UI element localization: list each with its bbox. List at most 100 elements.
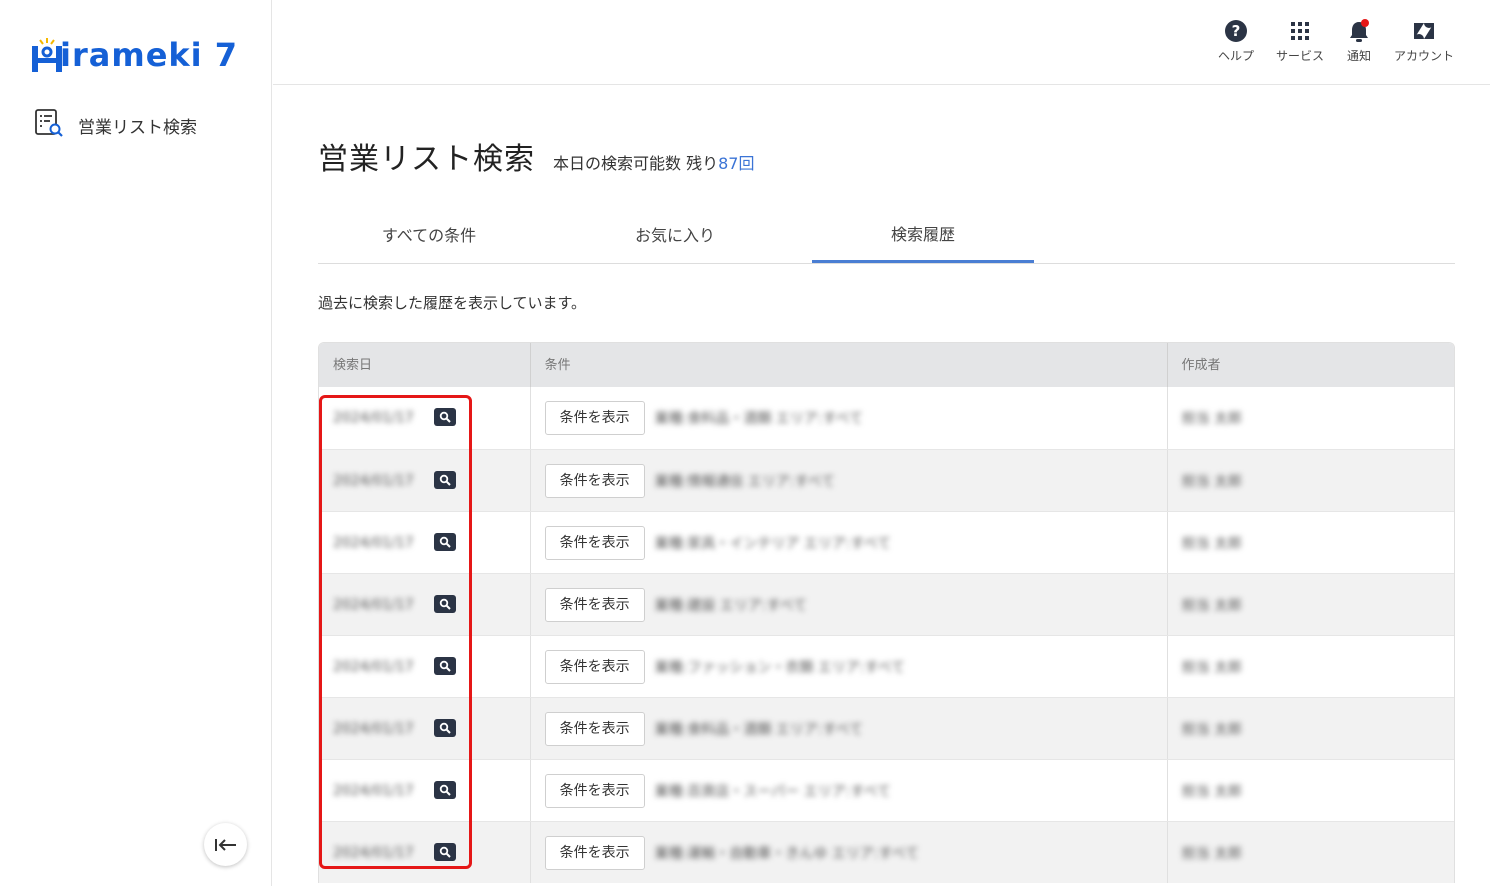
show-conditions-button[interactable]: 条件を表示: [544, 773, 645, 808]
table-row: 2024/01/17 条件を表示 業種:建設 エリア:すべて 担当 太郎: [319, 573, 1454, 635]
date-cell: 2024/01/17: [319, 574, 531, 635]
help-icon: ?: [1223, 18, 1249, 44]
header-menu: ? ヘルプ サービス 通知 アカウント: [1218, 18, 1454, 64]
author-cell: 担当 太郎: [1168, 450, 1455, 511]
tab-search-history[interactable]: 検索履歴: [812, 212, 1034, 263]
header-notifications[interactable]: 通知: [1346, 18, 1372, 64]
table-row: 2024/01/17 条件を表示 業種:食料品・酒類 エリア:すべて 担当 太郎: [319, 697, 1454, 759]
show-conditions-button[interactable]: 条件を表示: [544, 587, 645, 622]
collapse-left-icon: [214, 838, 236, 851]
author-cell: 担当 太郎: [1168, 574, 1455, 635]
header-help[interactable]: ? ヘルプ: [1218, 18, 1254, 64]
date-cell: 2024/01/17: [319, 698, 531, 759]
author-cell: 担当 太郎: [1168, 636, 1455, 697]
date-cell: 2024/01/17: [319, 450, 531, 511]
header-conditions: 条件: [531, 343, 1168, 387]
search-quota-prefix: 本日の検索可能数 残り: [553, 154, 719, 173]
show-conditions-button[interactable]: 条件を表示: [544, 835, 645, 870]
history-table: 検索日 条件 作成者 2024/01/17 条件を表示 業種:食料品・酒類 エリ…: [318, 342, 1455, 883]
show-conditions-button[interactable]: 条件を表示: [544, 525, 645, 560]
date-cell: 2024/01/17: [319, 760, 531, 821]
table-row: 2024/01/17 条件を表示 業種:食料品・酒類 エリア:すべて 担当 太郎: [319, 387, 1454, 449]
condition-cell: 条件を表示 業種:家具・インテリア エリア:すべて: [531, 512, 1168, 573]
search-date: 2024/01/17: [333, 782, 414, 799]
date-cell: 2024/01/17: [319, 822, 531, 883]
grid-icon: [1287, 18, 1313, 44]
table-header: 検索日 条件 作成者: [319, 343, 1454, 387]
search-date: 2024/01/17: [333, 844, 414, 861]
search-icon[interactable]: [434, 595, 456, 613]
condition-summary: 業種:食料品・酒類 エリア:すべて: [654, 721, 863, 738]
logo[interactable]: irameki 7: [32, 32, 238, 72]
author-name: 担当 太郎: [1181, 411, 1242, 427]
author-name: 担当 太郎: [1181, 659, 1242, 676]
condition-cell: 条件を表示 業種:食料品・酒類 エリア:すべて: [531, 698, 1168, 759]
table-row: 2024/01/17 条件を表示 業種:ファッション・衣類 エリア:すべて 担当…: [319, 635, 1454, 697]
search-icon[interactable]: [434, 781, 456, 799]
search-icon[interactable]: [434, 471, 456, 489]
author-name: 担当 太郎: [1181, 535, 1242, 552]
author-cell: 担当 太郎: [1168, 387, 1455, 449]
condition-summary: 業種:情報通信 エリア:すべて: [654, 473, 835, 490]
author-cell: 担当 太郎: [1168, 698, 1455, 759]
zendesk-icon: [1411, 18, 1437, 44]
condition-cell: 条件を表示 業種:建設 エリア:すべて: [531, 574, 1168, 635]
date-cell: 2024/01/17: [319, 636, 531, 697]
sidebar: irameki 7 営業リスト検索: [0, 0, 272, 886]
header-help-label: ヘルプ: [1217, 49, 1254, 63]
author-name: 担当 太郎: [1181, 597, 1242, 614]
condition-summary: 業種:ファッション・衣類 エリア:すべて: [654, 659, 905, 676]
condition-summary: 業種:食料品・酒類 エリア:すべて: [654, 411, 863, 427]
author-cell: 担当 太郎: [1168, 512, 1455, 573]
search-date: 2024/01/17: [333, 534, 414, 551]
author-cell: 担当 太郎: [1168, 822, 1455, 883]
sidebar-item-label: 営業リスト検索: [78, 117, 197, 138]
search-icon[interactable]: [434, 719, 456, 737]
search-quota-count: 87回: [718, 154, 755, 173]
list-search-icon: [34, 108, 64, 142]
show-conditions-button[interactable]: 条件を表示: [544, 463, 645, 498]
logo-mark-icon: [32, 38, 62, 72]
condition-cell: 条件を表示 業種:百貨店・スーパー エリア:すべて: [531, 760, 1168, 821]
collapse-sidebar-button[interactable]: [204, 823, 247, 866]
condition-cell: 条件を表示 業種:運輸・自動車・きんゆ エリア:すべて: [531, 822, 1168, 883]
author-name: 担当 太郎: [1181, 845, 1242, 862]
table-row: 2024/01/17 条件を表示 業種:運輸・自動車・きんゆ エリア:すべて 担…: [319, 821, 1454, 883]
header-author: 作成者: [1181, 358, 1221, 373]
header-account[interactable]: アカウント: [1394, 18, 1454, 64]
search-date: 2024/01/17: [333, 596, 414, 613]
table-row: 2024/01/17 条件を表示 業種:家具・インテリア エリア:すべて 担当 …: [319, 511, 1454, 573]
search-icon[interactable]: [434, 657, 456, 675]
condition-cell: 条件を表示 業種:ファッション・衣類 エリア:すべて: [531, 636, 1168, 697]
condition-cell: 条件を表示 業種:情報通信 エリア:すべて: [531, 450, 1168, 511]
condition-cell: 条件を表示 業種:食料品・酒類 エリア:すべて: [531, 387, 1168, 449]
tab-all-conditions[interactable]: すべての条件: [318, 212, 540, 263]
condition-summary: 業種:運輸・自動車・きんゆ エリア:すべて: [654, 845, 919, 862]
date-cell: 2024/01/17: [319, 387, 531, 449]
search-date: 2024/01/17: [333, 658, 414, 675]
condition-summary: 業種:家具・インテリア エリア:すべて: [654, 535, 891, 552]
show-conditions-button[interactable]: 条件を表示: [544, 711, 645, 746]
sidebar-item-list-search[interactable]: 営業リスト検索: [34, 108, 197, 142]
svg-text:?: ?: [1232, 22, 1241, 40]
bell-icon: [1346, 18, 1372, 44]
history-description: 過去に検索した履歴を表示しています。: [318, 294, 587, 312]
date-cell: 2024/01/17: [319, 512, 531, 573]
show-conditions-button[interactable]: 条件を表示: [544, 649, 645, 684]
condition-summary: 業種:建設 エリア:すべて: [654, 597, 807, 614]
tab-favorites[interactable]: お気に入り: [564, 212, 786, 263]
show-conditions-button[interactable]: 条件を表示: [544, 401, 645, 435]
table-row: 2024/01/17 条件を表示 業種:情報通信 エリア:すべて 担当 太郎: [319, 449, 1454, 511]
header-search-date: 検索日: [319, 343, 531, 387]
search-date: 2024/01/17: [333, 410, 414, 426]
search-icon[interactable]: [434, 408, 456, 426]
author-name: 担当 太郎: [1181, 721, 1242, 738]
search-icon[interactable]: [434, 843, 456, 861]
header-services[interactable]: サービス: [1276, 18, 1324, 64]
search-date: 2024/01/17: [333, 472, 414, 489]
header-notifications-label: 通知: [1346, 49, 1371, 63]
page-title-row: 営業リスト検索 本日の検索可能数 残り87回: [318, 134, 754, 178]
header-account-label: アカウント: [1393, 49, 1454, 63]
table-body: 2024/01/17 条件を表示 業種:食料品・酒類 エリア:すべて 担当 太郎…: [319, 387, 1454, 883]
search-icon[interactable]: [434, 533, 456, 551]
